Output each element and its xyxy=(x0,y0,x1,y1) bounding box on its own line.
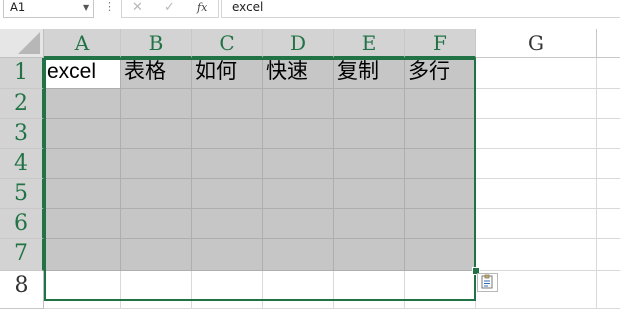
cell-a5[interactable] xyxy=(44,179,121,209)
cell-e2[interactable] xyxy=(334,89,405,119)
cell-g1[interactable] xyxy=(476,58,597,89)
name-box-dropdown-icon[interactable]: ▼ xyxy=(83,0,89,15)
enter-icon[interactable]: ✓ xyxy=(164,0,175,15)
cell-d2[interactable] xyxy=(263,89,334,119)
cell-e7[interactable] xyxy=(334,239,405,271)
cell-b5[interactable] xyxy=(121,179,192,209)
cell-b4[interactable] xyxy=(121,149,192,179)
cell-c6[interactable] xyxy=(192,209,263,239)
row-header-5[interactable]: 5 xyxy=(0,179,44,209)
formula-bar-buttons: ✕ ✓ fx xyxy=(121,0,219,18)
select-all-icon xyxy=(18,32,40,54)
cell-d7[interactable] xyxy=(263,239,334,271)
cell-e6[interactable] xyxy=(334,209,405,239)
cell-a7[interactable] xyxy=(44,239,121,271)
insert-function-icon[interactable]: fx xyxy=(197,0,207,15)
cell-c3[interactable] xyxy=(192,119,263,149)
row-header-4[interactable]: 4 xyxy=(0,149,44,179)
cell-f4[interactable] xyxy=(405,149,476,179)
cell-e1[interactable]: 复制 xyxy=(334,58,405,89)
cell-c8[interactable] xyxy=(192,271,263,309)
cell-d6[interactable] xyxy=(263,209,334,239)
formula-bar-splitter-icon[interactable]: ⋮ xyxy=(104,0,115,14)
cell-b1[interactable]: 表格 xyxy=(121,58,192,89)
row-header-7[interactable]: 7 xyxy=(0,239,44,271)
cell-h7[interactable] xyxy=(597,239,620,271)
name-box[interactable]: A1 ▼ xyxy=(3,0,94,18)
worksheet-grid: A B C D E F G 1 2 3 4 5 6 7 8 excel 表格 如… xyxy=(0,29,620,309)
cell-h3[interactable] xyxy=(597,119,620,149)
name-box-value: A1 xyxy=(10,0,26,14)
cell-f7[interactable] xyxy=(405,239,476,271)
formula-bar: A1 ▼ ⋮ ✕ ✓ fx excel xyxy=(0,0,620,20)
cell-b3[interactable] xyxy=(121,119,192,149)
column-header-f[interactable]: F xyxy=(405,29,476,58)
cell-g5[interactable] xyxy=(476,179,597,209)
cell-e5[interactable] xyxy=(334,179,405,209)
cell-f3[interactable] xyxy=(405,119,476,149)
column-header-e[interactable]: E xyxy=(334,29,405,58)
cell-h4[interactable] xyxy=(597,149,620,179)
cell-d1[interactable]: 快速 xyxy=(263,58,334,89)
column-header-h[interactable] xyxy=(597,29,620,58)
cell-f8[interactable] xyxy=(405,271,476,309)
column-header-c[interactable]: C xyxy=(192,29,263,58)
column-header-b[interactable]: B xyxy=(121,29,192,58)
cell-a4[interactable] xyxy=(44,149,121,179)
select-all-button[interactable] xyxy=(0,29,44,58)
cell-e8[interactable] xyxy=(334,271,405,309)
row-header-6[interactable]: 6 xyxy=(0,209,44,239)
cell-e4[interactable] xyxy=(334,149,405,179)
cell-b8[interactable] xyxy=(121,271,192,309)
cell-g3[interactable] xyxy=(476,119,597,149)
row-header-3[interactable]: 3 xyxy=(0,119,44,149)
cell-a2[interactable] xyxy=(44,89,121,119)
cell-b6[interactable] xyxy=(121,209,192,239)
cell-c2[interactable] xyxy=(192,89,263,119)
cell-b7[interactable] xyxy=(121,239,192,271)
cell-h6[interactable] xyxy=(597,209,620,239)
formula-input[interactable]: excel xyxy=(221,0,620,18)
cell-g2[interactable] xyxy=(476,89,597,119)
row-header-1[interactable]: 1 xyxy=(0,58,44,89)
cell-a6[interactable] xyxy=(44,209,121,239)
cell-c4[interactable] xyxy=(192,149,263,179)
cell-e3[interactable] xyxy=(334,119,405,149)
cell-f6[interactable] xyxy=(405,209,476,239)
cell-f2[interactable] xyxy=(405,89,476,119)
cell-d5[interactable] xyxy=(263,179,334,209)
cell-h2[interactable] xyxy=(597,89,620,119)
cell-h5[interactable] xyxy=(597,179,620,209)
cell-d8[interactable] xyxy=(263,271,334,309)
cell-b2[interactable] xyxy=(121,89,192,119)
clipboard-icon xyxy=(481,274,495,295)
cell-g6[interactable] xyxy=(476,209,597,239)
cell-f1[interactable]: 多行 xyxy=(405,58,476,89)
cell-a1[interactable]: excel xyxy=(44,58,121,89)
cell-d4[interactable] xyxy=(263,149,334,179)
cell-a3[interactable] xyxy=(44,119,121,149)
formula-input-value: excel xyxy=(232,0,264,14)
cell-d3[interactable] xyxy=(263,119,334,149)
cell-g7[interactable] xyxy=(476,239,597,271)
row-header-2[interactable]: 2 xyxy=(0,89,44,119)
column-header-d[interactable]: D xyxy=(263,29,334,58)
cell-h8[interactable] xyxy=(597,271,620,309)
cell-a8[interactable] xyxy=(44,271,121,309)
cell-c5[interactable] xyxy=(192,179,263,209)
row-header-8[interactable]: 8 xyxy=(0,271,44,309)
cancel-icon[interactable]: ✕ xyxy=(132,0,143,15)
paste-options-button[interactable] xyxy=(477,273,498,292)
cell-f5[interactable] xyxy=(405,179,476,209)
cell-g4[interactable] xyxy=(476,149,597,179)
column-header-g[interactable]: G xyxy=(476,29,597,58)
cell-h1[interactable] xyxy=(597,58,620,89)
cell-c7[interactable] xyxy=(192,239,263,271)
cell-c1[interactable]: 如何 xyxy=(192,58,263,89)
column-header-a[interactable]: A xyxy=(44,29,121,58)
